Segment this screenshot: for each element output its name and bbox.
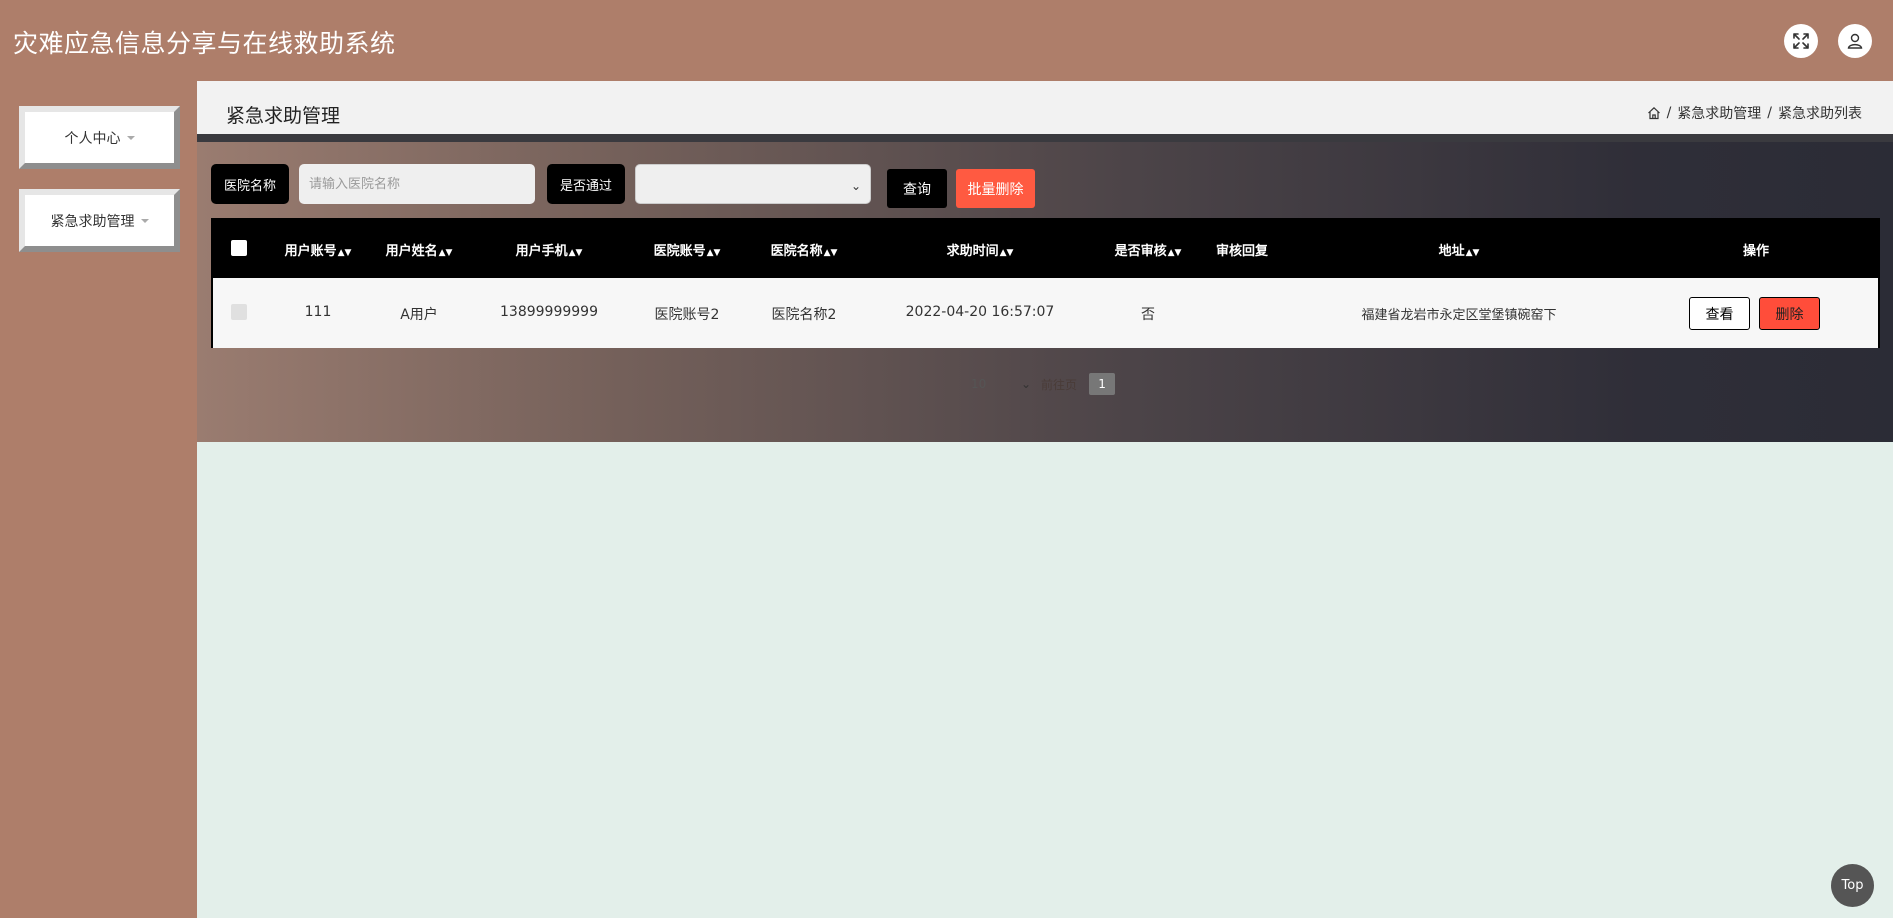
column-user-name[interactable]: 用户姓名▲▼ <box>386 240 453 259</box>
page-title-bar: 紧急求助管理 / 紧急求助管理 / 紧急求助列表 <box>197 81 1893 134</box>
chevron-down-icon: ⌄ <box>850 179 861 193</box>
current-page-button[interactable]: 1 <box>1089 373 1116 395</box>
column-help-time[interactable]: 求助时间▲▼ <box>947 240 1014 259</box>
sort-icon: ▲▼ <box>337 248 352 258</box>
batch-delete-button[interactable]: 批量删除 <box>956 169 1035 208</box>
top-header: 灾难应急信息分享与在线救助系统 <box>0 0 1893 81</box>
chevron-down-icon[interactable]: ⌄ <box>1021 377 1041 391</box>
caret-down-icon <box>126 135 135 140</box>
breadcrumb-separator: / <box>1666 105 1672 121</box>
fullscreen-button[interactable] <box>1784 24 1818 58</box>
caret-down-icon <box>140 218 149 223</box>
cell-hospital-name: 医院名称2 <box>771 307 837 323</box>
column-actions: 操作 <box>1742 244 1770 259</box>
column-user-account[interactable]: 用户账号▲▼ <box>285 240 352 259</box>
row-checkbox[interactable] <box>231 304 247 320</box>
column-address[interactable]: 地址▲▼ <box>1439 240 1480 259</box>
column-reviewed[interactable]: 是否审核▲▼ <box>1115 240 1182 259</box>
sort-icon: ▲▼ <box>1167 248 1182 258</box>
expand-icon <box>1793 33 1809 49</box>
sort-icon: ▲▼ <box>999 248 1014 258</box>
hospital-name-label: 医院名称 <box>211 164 289 204</box>
column-hospital-name[interactable]: 医院名称▲▼ <box>771 240 838 259</box>
cell-user-phone: 13899999999 <box>500 304 598 320</box>
sidebar: 个人中心 紧急求助管理 <box>0 81 197 918</box>
sidebar-item-label: 紧急求助管理 <box>50 213 135 230</box>
cell-address: 福建省龙岩市永定区堂堡镇碗窑下 <box>1361 308 1557 323</box>
main-content: 医院名称 是否通过 ⌄ 查询 批量删除 用户账号▲▼ 用户姓名▲▼ 用户手机▲▼… <box>197 134 1893 442</box>
sort-icon: ▲▼ <box>823 248 838 258</box>
breadcrumb-item-management[interactable]: 紧急求助管理 <box>1677 103 1761 123</box>
sidebar-item-label: 个人中心 <box>64 130 121 147</box>
sidebar-item-personal-center[interactable]: 个人中心 <box>19 106 180 169</box>
cell-reviewed: 否 <box>1141 307 1155 323</box>
help-table: 用户账号▲▼ 用户姓名▲▼ 用户手机▲▼ 医院账号▲▼ 医院名称▲▼ 求助时间▲… <box>211 218 1880 348</box>
breadcrumb-item-list: 紧急求助列表 <box>1778 106 1862 122</box>
app-title: 灾难应急信息分享与在线救助系统 <box>13 29 396 58</box>
user-menu-button[interactable] <box>1838 24 1872 58</box>
column-hospital-account[interactable]: 医院账号▲▼ <box>654 240 721 259</box>
sort-icon: ▲▼ <box>438 248 453 258</box>
hospital-name-input[interactable] <box>299 164 535 204</box>
passed-label: 是否通过 <box>547 164 625 204</box>
user-icon <box>1847 33 1863 49</box>
goto-page-label: 前往页 <box>1041 377 1078 392</box>
view-button[interactable]: 查看 <box>1689 297 1750 330</box>
query-button[interactable]: 查询 <box>887 169 947 208</box>
table-header: 用户账号▲▼ 用户姓名▲▼ 用户手机▲▼ 医院账号▲▼ 医院名称▲▼ 求助时间▲… <box>213 220 1878 278</box>
page-size-select[interactable]: 10 <box>971 377 1021 391</box>
home-icon[interactable] <box>1647 106 1661 120</box>
cell-user-account: 111 <box>304 304 332 320</box>
cell-hospital-account: 医院账号2 <box>654 307 720 323</box>
sort-icon: ▲▼ <box>1465 248 1480 258</box>
passed-select[interactable]: ⌄ <box>635 164 871 204</box>
breadcrumb-separator: / <box>1767 105 1772 121</box>
page-title: 紧急求助管理 <box>226 105 341 127</box>
delete-button[interactable]: 删除 <box>1759 297 1820 330</box>
table-row: 111 A用户 13899999999 医院账号2 医院名称2 2022-04-… <box>213 278 1878 348</box>
cell-help-time: 2022-04-20 16:57:07 <box>905 304 1055 320</box>
sort-icon: ▲▼ <box>568 248 583 258</box>
cell-user-name: A用户 <box>400 307 438 323</box>
column-user-phone[interactable]: 用户手机▲▼ <box>516 240 583 259</box>
pagination: 10 ⌄ 前往页 1 <box>971 373 1116 395</box>
sidebar-item-emergency-help[interactable]: 紧急求助管理 <box>19 189 180 252</box>
column-review-reply: 审核回复 <box>1215 244 1269 259</box>
sort-icon: ▲▼ <box>706 248 721 258</box>
select-all-checkbox[interactable] <box>231 240 247 256</box>
breadcrumb: / 紧急求助管理 / 紧急求助列表 <box>1647 103 1862 123</box>
back-to-top-button[interactable]: Top <box>1831 864 1874 907</box>
